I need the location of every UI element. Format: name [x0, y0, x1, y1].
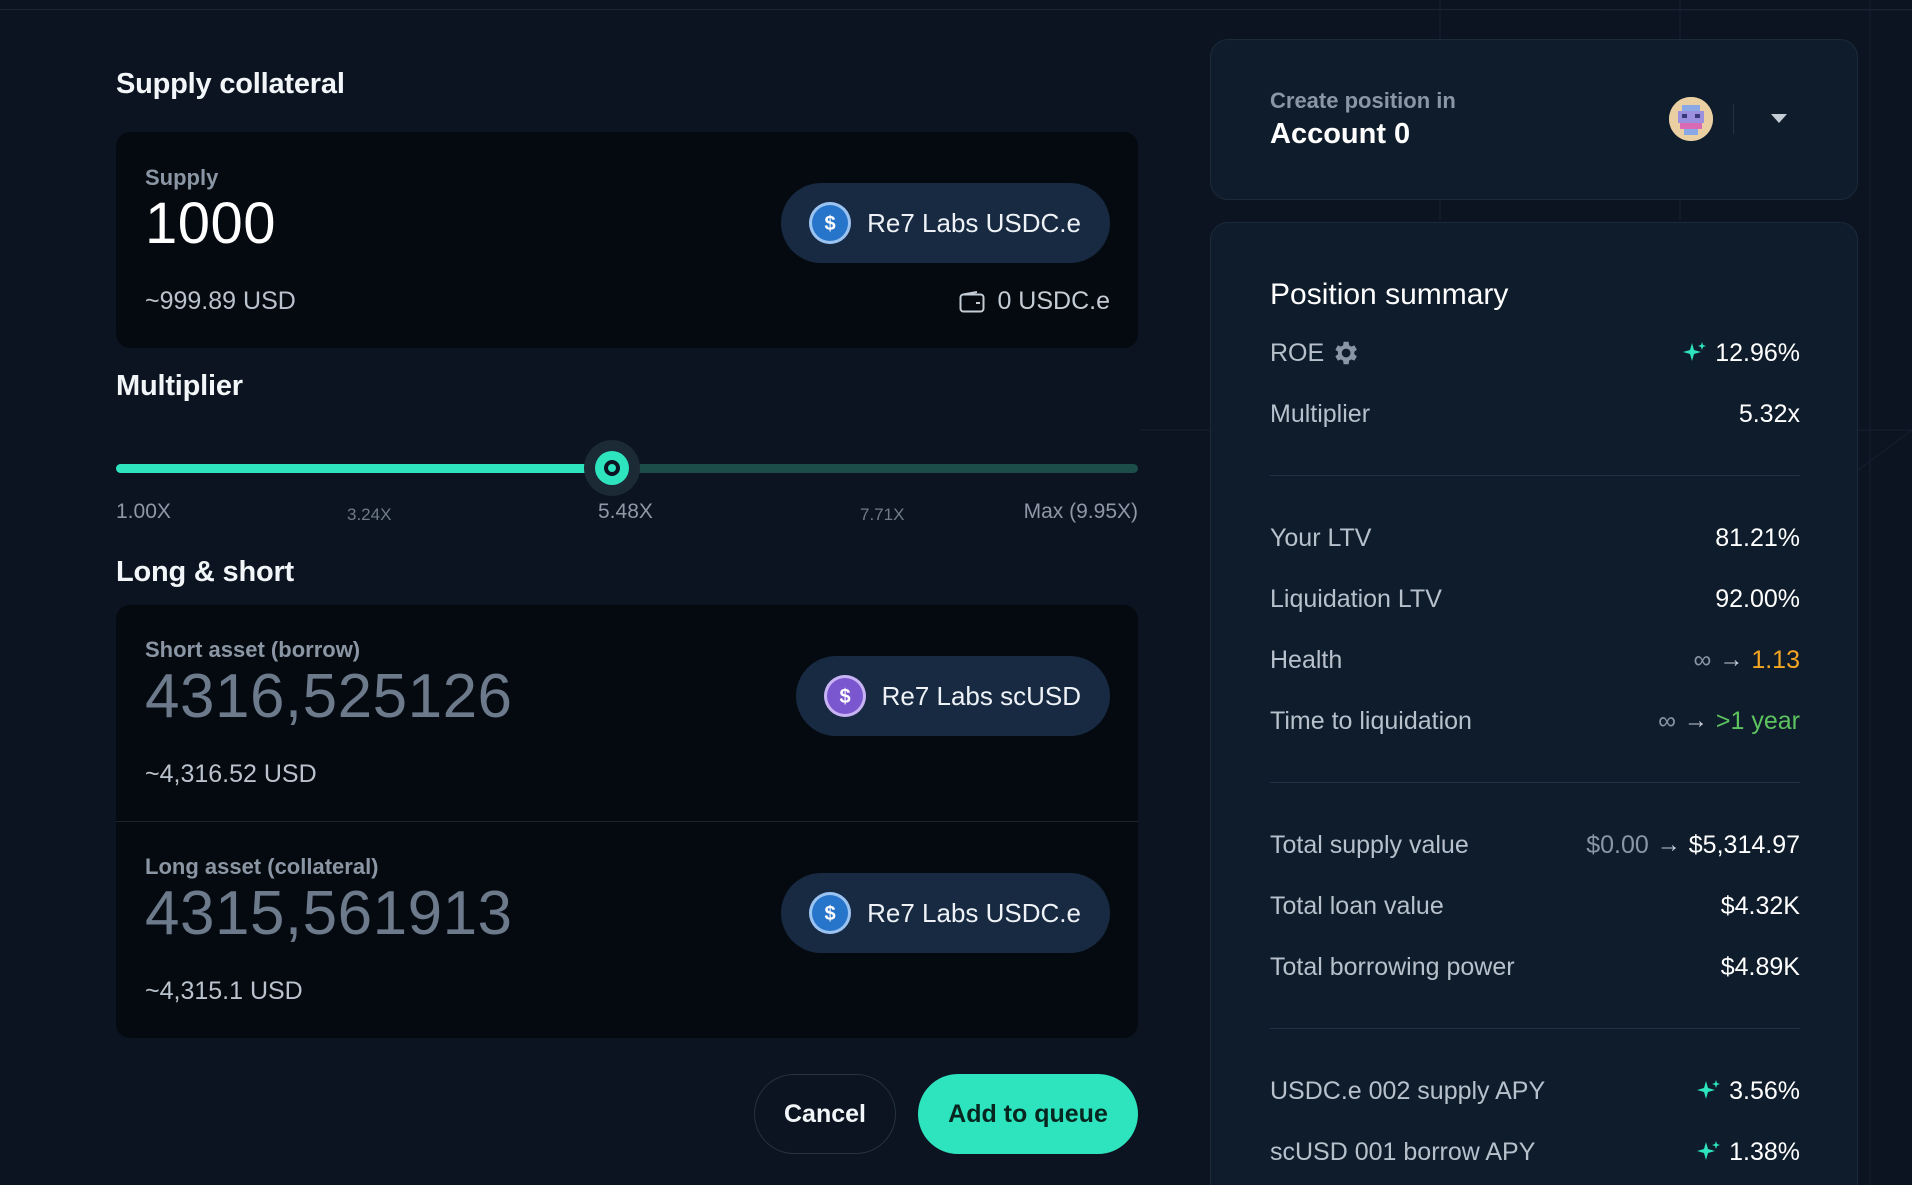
supply-label: Supply [145, 165, 219, 190]
tick-label-3[interactable]: 5.48X [598, 500, 653, 524]
supply-apy-label: USDC.e 002 supply APY [1270, 1076, 1546, 1105]
liquidation-ltv-value: 92.00% [1715, 584, 1800, 613]
supply-balance[interactable]: 0 USDC.e [959, 287, 1110, 316]
roe-value: 12.96% [1715, 338, 1800, 367]
borrow-apy-label: scUSD 001 borrow APY [1270, 1137, 1536, 1166]
position-summary-title: Position summary [1270, 278, 1509, 311]
pixel-avatar-icon [1669, 97, 1713, 141]
tick-label-2[interactable]: 3.24X [347, 505, 391, 525]
total-loan-value: $4.32K [1720, 891, 1800, 920]
long-asset-amount[interactable]: 4315,561913 [145, 878, 513, 949]
health-projected: 1.13 [1751, 645, 1800, 674]
time-to-liquidation-row: Time to liquidation ∞ → >1 year [1270, 704, 1800, 738]
roe-row: ROE 12.96% [1270, 336, 1800, 370]
sparkle-icon [1697, 1141, 1721, 1160]
supply-value-projected: $5,314.97 [1688, 830, 1800, 859]
multiplier-slider[interactable] [116, 440, 1138, 496]
tick-label-min[interactable]: 1.00X [116, 500, 171, 524]
svg-text:$: $ [825, 213, 836, 235]
add-to-queue-button[interactable]: Add to queue [918, 1074, 1138, 1154]
long-asset-usd: ~4,315.1 USD [145, 977, 303, 1005]
total-borrowing-power-row: Total borrowing power $4.89K [1270, 950, 1800, 984]
short-token-name: Re7 Labs scUSD [881, 680, 1081, 711]
short-asset-label: Short asset (borrow) [145, 637, 361, 662]
scusd-coin-icon: $ [823, 675, 866, 717]
tick-label-max[interactable]: Max (9.95X) [1024, 500, 1138, 524]
health-row: Health ∞ → 1.13 [1270, 643, 1800, 677]
sparkle-icon [1683, 342, 1707, 361]
supply-amount-input[interactable]: 1000 [145, 190, 276, 257]
supply-collateral-heading: Supply collateral [116, 68, 345, 100]
summary-divider [1270, 782, 1800, 783]
total-supply-value-row: Total supply value $0.00 → $5,314.97 [1270, 828, 1800, 862]
arrow-right-icon: → [1683, 707, 1708, 734]
arrow-right-icon: → [1719, 646, 1744, 673]
account-avatar [1669, 97, 1713, 141]
top-divider [0, 9, 1912, 10]
time-to-liquidation-label: Time to liquidation [1270, 706, 1472, 735]
chevron-down-icon[interactable] [1771, 114, 1787, 123]
ltv-row: Your LTV 81.21% [1270, 521, 1800, 555]
multiplier-heading: Multiplier [116, 370, 243, 402]
svg-text:$: $ [825, 903, 836, 925]
multiplier-value: 5.32x [1738, 399, 1800, 428]
health-label: Health [1270, 645, 1343, 674]
asset-divider [116, 821, 1138, 822]
wallet-icon [959, 290, 985, 312]
health-current: ∞ [1693, 645, 1712, 674]
short-asset-amount[interactable]: 4316,525126 [145, 661, 513, 732]
total-borrowing-power: $4.89K [1720, 952, 1800, 981]
total-supply-value-label: Total supply value [1270, 830, 1469, 859]
supply-card: Supply 1000 ~999.89 USD $ Re7 Labs USDC.… [116, 132, 1138, 348]
ltv-value: 81.21% [1715, 523, 1800, 552]
supply-token-name: Re7 Labs USDC.e [867, 207, 1081, 238]
supply-balance-text: 0 USDC.e [997, 287, 1110, 315]
short-token-selector[interactable]: $ Re7 Labs scUSD [795, 656, 1110, 736]
long-token-selector[interactable]: $ Re7 Labs USDC.e [781, 873, 1110, 953]
ttl-current: ∞ [1658, 706, 1676, 735]
ltv-label: Your LTV [1270, 523, 1372, 552]
long-short-card: Short asset (borrow) 4316,525126 ~4,316.… [116, 605, 1138, 1038]
supply-usd-value: ~999.89 USD [145, 287, 296, 315]
liquidation-ltv-row: Liquidation LTV 92.00% [1270, 582, 1800, 616]
roe-label: ROE [1270, 338, 1325, 367]
total-borrowing-power-label: Total borrowing power [1270, 952, 1515, 981]
account-name: Account 0 [1270, 118, 1411, 150]
summary-divider [1270, 475, 1800, 476]
supply-apy-value: 3.56% [1729, 1076, 1800, 1105]
multiplier-label: Multiplier [1270, 399, 1371, 428]
account-selector-panel[interactable]: Create position in Account 0 [1210, 39, 1858, 200]
liquidation-ltv-label: Liquidation LTV [1270, 584, 1442, 613]
supply-value-current: $0.00 [1586, 830, 1649, 859]
total-loan-value-row: Total loan value $4.32K [1270, 889, 1800, 923]
tick-label-4[interactable]: 7.71X [860, 505, 904, 525]
short-asset-usd: ~4,316.52 USD [145, 760, 317, 788]
cancel-button[interactable]: Cancel [754, 1074, 896, 1154]
slider-fill [116, 464, 613, 473]
ttl-projected: >1 year [1715, 706, 1800, 735]
borrow-apy-row: scUSD 001 borrow APY 1.38% [1270, 1135, 1800, 1169]
long-short-heading: Long & short [116, 556, 295, 588]
sparkle-icon [1697, 1080, 1721, 1099]
long-token-name: Re7 Labs USDC.e [867, 897, 1081, 928]
summary-divider [1270, 1028, 1800, 1029]
long-asset-label: Long asset (collateral) [145, 854, 379, 879]
total-loan-value-label: Total loan value [1270, 891, 1444, 920]
position-summary-panel: Position summary ROE 12.96% Multiplier 5… [1210, 222, 1858, 1185]
supply-token-selector[interactable]: $ Re7 Labs USDC.e [781, 183, 1110, 263]
arrow-right-icon: → [1656, 831, 1681, 858]
account-label: Create position in [1270, 88, 1456, 113]
usdc-coin-icon: $ [809, 892, 852, 934]
account-separator [1733, 104, 1734, 134]
multiplier-row: Multiplier 5.32x [1270, 397, 1800, 431]
gear-icon[interactable] [1330, 338, 1360, 368]
usdc-coin-icon: $ [809, 202, 852, 244]
svg-text:$: $ [839, 686, 850, 708]
supply-apy-row: USDC.e 002 supply APY 3.56% [1270, 1074, 1800, 1108]
borrow-apy-value: 1.38% [1729, 1137, 1800, 1166]
